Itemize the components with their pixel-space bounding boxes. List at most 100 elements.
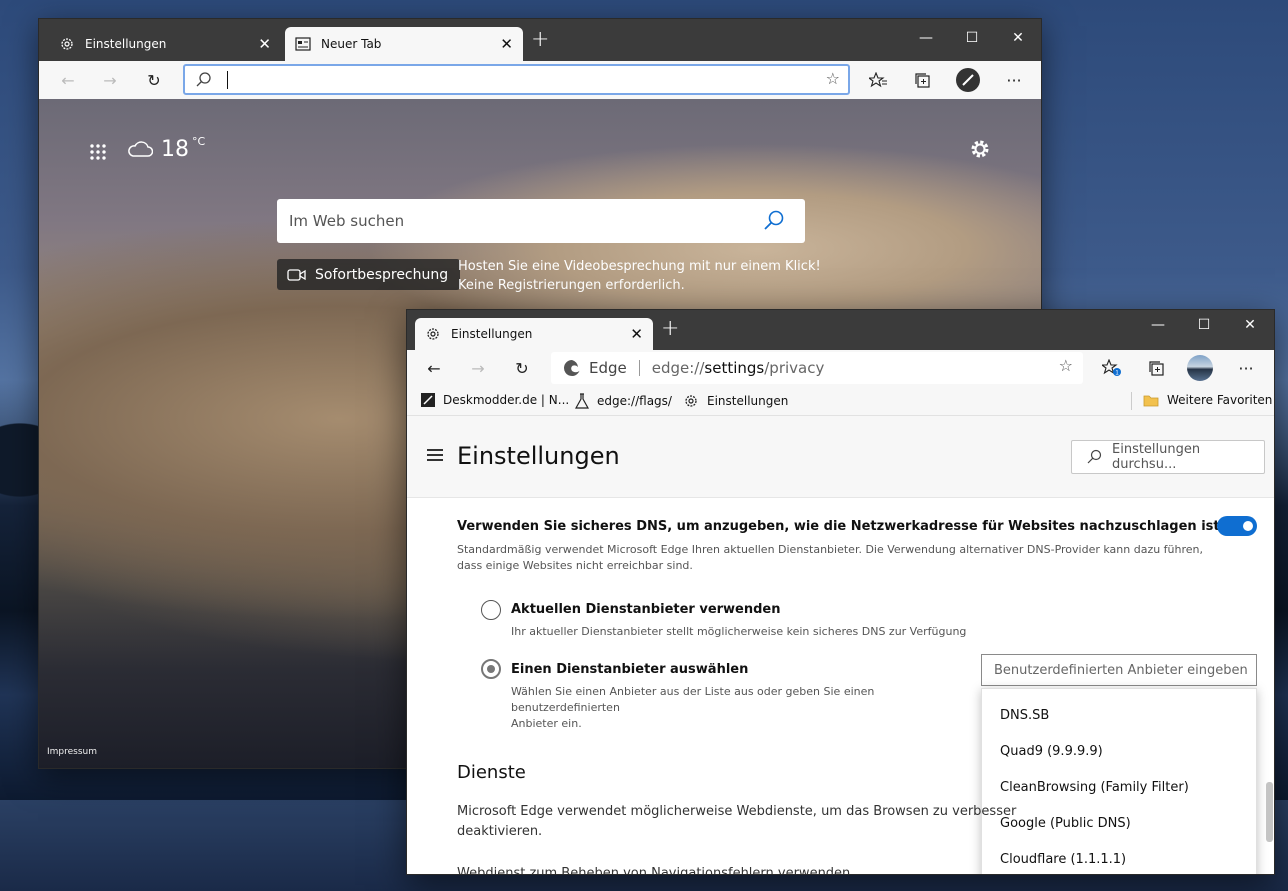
collections-icon[interactable]	[909, 67, 935, 93]
tab-settings[interactable]: Einstellungen ✕	[415, 318, 653, 350]
back-button[interactable]: ←	[421, 355, 447, 381]
address-bar[interactable]: Edge edge://settings/privacy ☆	[551, 352, 1083, 384]
search-icon	[195, 71, 213, 93]
secure-dns-toggle[interactable]	[1217, 516, 1257, 536]
collections-icon[interactable]	[1143, 355, 1169, 381]
meet-now-label: Sofortbesprechung	[315, 266, 449, 283]
meet-now-description: Hosten Sie eine Videobesprechung mit nur…	[458, 257, 821, 295]
weather-widget[interactable]: 18 °C	[127, 135, 205, 162]
settings-search-input[interactable]: Einstellungen durchsu...	[1071, 440, 1265, 474]
title-bar: Einstellungen ✕ Neuer Tab ✕ + — ☐ ✕	[39, 19, 1041, 61]
close-window-button[interactable]: ✕	[995, 23, 1041, 53]
temperature: 18	[161, 137, 189, 162]
option-current-provider-desc: Ihr aktueller Dienstanbieter stellt mögl…	[511, 625, 967, 638]
scrollbar-thumb[interactable]	[1266, 782, 1273, 842]
maximize-button[interactable]: ☐	[1181, 310, 1227, 340]
tab-settings[interactable]: Einstellungen ✕	[49, 27, 281, 61]
pen-icon	[421, 393, 435, 407]
menu-icon[interactable]	[427, 449, 443, 461]
url-prefix: edge://	[651, 359, 705, 377]
back-button[interactable]: ←	[55, 67, 81, 93]
minimize-button[interactable]: —	[1135, 310, 1181, 340]
edge-logo-icon	[563, 359, 581, 377]
gear-icon	[59, 36, 75, 52]
title-bar: Einstellungen ✕ + — ☐ ✕	[407, 310, 1274, 350]
close-window-button[interactable]: ✕	[1227, 310, 1273, 340]
favorite-item-flags[interactable]: edge://flags/	[575, 393, 672, 409]
url-suffix: /privacy	[764, 359, 825, 377]
profile-avatar[interactable]	[1187, 355, 1213, 381]
forward-button[interactable]: →	[97, 67, 123, 93]
apps-grid-icon[interactable]	[89, 143, 107, 161]
more-menu-icon[interactable]: ···	[1001, 67, 1027, 93]
desc-line: deaktivieren.	[457, 824, 543, 839]
provider-dropdown: DNS.SB Quad9 (9.9.9.9) CleanBrowsing (Fa…	[981, 688, 1257, 874]
radio-choose-provider[interactable]	[481, 659, 501, 679]
tab-label: Einstellungen	[85, 37, 167, 51]
gear-icon	[425, 326, 441, 342]
provider-option[interactable]: DNS.SB	[982, 697, 1256, 733]
flask-icon	[575, 393, 589, 409]
provider-option[interactable]: Cloudflare (1.1.1.1)	[982, 841, 1256, 874]
forward-button[interactable]: →	[465, 355, 491, 381]
impressum-link[interactable]: Impressum	[47, 747, 97, 757]
provider-option[interactable]: CleanBrowsing (Family Filter)	[982, 769, 1256, 805]
other-favorites-folder[interactable]: Weitere Favoriten	[1143, 393, 1272, 407]
desc-line: Microsoft Edge verwendet möglicherweise …	[457, 804, 1017, 819]
option-current-provider-label: Aktuellen Dienstanbieter verwenden	[511, 602, 781, 617]
close-tab-icon[interactable]: ✕	[630, 325, 643, 343]
profile-avatar[interactable]	[955, 67, 981, 93]
favorite-label: Deskmodder.de | N...	[443, 393, 570, 407]
new-tab-button[interactable]: +	[661, 316, 679, 341]
gear-icon	[683, 393, 699, 409]
video-camera-icon	[287, 267, 307, 283]
secure-dns-heading: Verwenden Sie sicheres DNS, um anzugeben…	[457, 519, 1225, 534]
refresh-button[interactable]: ↻	[509, 355, 535, 381]
custom-provider-placeholder: Benutzerdefinierten Anbieter eingeben	[994, 662, 1248, 678]
url-highlight: settings	[704, 359, 765, 377]
address-bar[interactable]: ☆	[183, 64, 850, 95]
favorites-icon[interactable]: 1	[1099, 355, 1125, 381]
favbar-divider	[1131, 392, 1132, 410]
provider-option[interactable]: Google (Public DNS)	[982, 805, 1256, 841]
desc-line: Anbieter ein.	[511, 717, 582, 730]
refresh-button[interactable]: ↻	[141, 67, 167, 93]
new-tab-button[interactable]: +	[531, 27, 549, 52]
search-icon	[1086, 449, 1102, 469]
favorite-item-deskmodder[interactable]: Deskmodder.de | N...	[421, 393, 569, 407]
close-tab-icon[interactable]: ✕	[258, 35, 271, 53]
option-choose-provider-label: Einen Dienstanbieter auswählen	[511, 662, 749, 677]
radio-current-provider[interactable]	[481, 600, 501, 620]
toolbar: ← → ↻ ☆ ···	[39, 61, 1041, 99]
search-icon[interactable]	[763, 209, 785, 235]
more-menu-icon[interactable]: ···	[1233, 355, 1259, 381]
cloud-icon	[127, 139, 154, 161]
provider-option[interactable]: Quad9 (9.9.9.9)	[982, 733, 1256, 769]
site-label: Edge	[589, 359, 627, 377]
star-icon[interactable]: ☆	[826, 69, 840, 88]
meet-text-line: Hosten Sie eine Videobesprechung mit nur…	[458, 259, 821, 274]
favorites-icon[interactable]	[865, 67, 891, 93]
meet-now-button[interactable]: Sofortbesprechung	[277, 259, 461, 290]
web-search-box[interactable]: Im Web suchen	[277, 199, 805, 243]
maximize-button[interactable]: ☐	[949, 23, 995, 53]
text-cursor	[227, 71, 228, 89]
window-controls: — ☐ ✕	[903, 23, 1041, 53]
address-separator	[638, 360, 640, 376]
favorite-label: Einstellungen	[707, 394, 789, 408]
folder-icon	[1143, 394, 1159, 407]
desc-line: Wählen Sie einen Anbieter aus der Liste …	[511, 685, 875, 714]
services-description: Microsoft Edge verwendet möglicherweise …	[457, 802, 1017, 842]
custom-provider-input[interactable]: Benutzerdefinierten Anbieter eingeben	[981, 654, 1257, 686]
tab-new-tab[interactable]: Neuer Tab ✕	[285, 27, 523, 61]
settings-header: Einstellungen Einstellungen durchsu...	[407, 416, 1274, 498]
page-settings-gear-icon[interactable]	[968, 137, 992, 165]
tab-label: Neuer Tab	[321, 37, 382, 51]
close-tab-icon[interactable]: ✕	[500, 35, 513, 53]
star-icon[interactable]: ☆	[1059, 356, 1073, 375]
minimize-button[interactable]: —	[903, 23, 949, 53]
secure-dns-description: Standardmäßig verwendet Microsoft Edge I…	[457, 543, 1204, 572]
browser-window-settings: Einstellungen ✕ + — ☐ ✕ ← → ↻ Edge edge:…	[406, 309, 1275, 875]
tab-label: Einstellungen	[451, 327, 533, 341]
favorite-item-einstellungen[interactable]: Einstellungen	[683, 393, 788, 409]
